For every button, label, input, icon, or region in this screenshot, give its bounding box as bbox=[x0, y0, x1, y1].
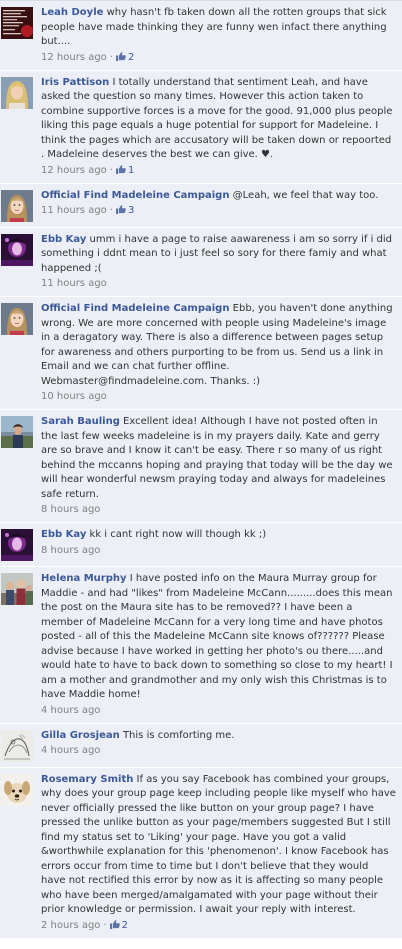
comment-body: Gilla Grosjean This is comforting me. 4 … bbox=[41, 729, 396, 759]
comment-text: Excellent idea! Although I have not post… bbox=[41, 416, 393, 500]
comment-body: Leah Doyle why hasn't fb taken down all … bbox=[41, 6, 396, 65]
comment-text: kk i cant right now will though kk ;) bbox=[89, 529, 267, 540]
sketch-avatar[interactable] bbox=[1, 729, 33, 762]
dog-avatar[interactable] bbox=[1, 773, 33, 806]
purple-photo-avatar[interactable] bbox=[1, 233, 33, 266]
girl-portrait-avatar[interactable] bbox=[1, 303, 33, 335]
comment-meta: 12 hours ago · 1 bbox=[41, 164, 396, 178]
like-count[interactable]: 2 bbox=[128, 52, 134, 63]
comment-meta: 4 hours ago bbox=[41, 704, 396, 718]
comment-time[interactable]: 4 hours ago bbox=[41, 745, 100, 756]
comment-text: @Leah, we feel that way too. bbox=[232, 189, 379, 201]
comment-text: I totally understand that sentiment Leah… bbox=[41, 76, 393, 161]
comment-time[interactable]: 11 hours ago bbox=[41, 205, 107, 216]
comment: Gilla Grosjean This is comforting me. 4 … bbox=[0, 723, 402, 768]
comment-body: Iris Pattison I totally understand that … bbox=[41, 76, 396, 178]
group-photo-avatar[interactable] bbox=[1, 573, 33, 605]
comment-meta: 8 hours ago bbox=[41, 503, 396, 517]
thumbs-up-icon bbox=[109, 919, 120, 929]
comment-time[interactable]: 11 hours ago bbox=[41, 278, 107, 289]
blonde-woman-avatar[interactable] bbox=[1, 76, 33, 109]
comment-author[interactable]: Ebb Kay bbox=[41, 234, 86, 245]
outdoor-person-avatar[interactable] bbox=[1, 416, 33, 448]
comment-text: If as you say Facebook has combined your… bbox=[41, 773, 396, 916]
text-image-avatar[interactable] bbox=[1, 7, 33, 39]
comment: Rosemary Smith If as you say Facebook ha… bbox=[0, 767, 402, 939]
comment-meta: 12 hours ago · 2 bbox=[41, 51, 396, 65]
like-count[interactable]: 1 bbox=[128, 165, 134, 176]
comment-time[interactable]: 8 hours ago bbox=[41, 545, 100, 556]
comment: Official Find Madeleine Campaign @Leah, … bbox=[0, 183, 402, 228]
separator-dot: · bbox=[109, 205, 113, 216]
comment-list: Leah Doyle why hasn't fb taken down all … bbox=[0, 0, 402, 939]
comment-time[interactable]: 12 hours ago bbox=[41, 52, 107, 63]
thumbs-up-icon bbox=[115, 205, 126, 214]
separator-dot: · bbox=[103, 919, 107, 931]
comment-author[interactable]: Ebb Kay bbox=[41, 529, 86, 540]
comment-text: This is comforting me. bbox=[122, 729, 235, 741]
separator-dot: · bbox=[109, 164, 113, 176]
purple-photo-avatar[interactable] bbox=[1, 529, 33, 561]
comment-author[interactable]: Rosemary Smith bbox=[41, 774, 133, 785]
comment: Official Find Madeleine Campaign Ebb, yo… bbox=[0, 297, 402, 410]
comment-text: Ebb, you haven't done anything wrong. We… bbox=[41, 303, 393, 387]
comment-author[interactable]: Sarah Bauling bbox=[41, 416, 120, 427]
comment-meta: 8 hours ago bbox=[41, 544, 396, 558]
like-count[interactable]: 2 bbox=[122, 920, 128, 931]
girl-portrait-avatar[interactable] bbox=[1, 189, 33, 222]
comment: Sarah Bauling Excellent idea! Although I… bbox=[0, 410, 402, 523]
comment-author[interactable]: Official Find Madeleine Campaign bbox=[41, 190, 229, 201]
comment-body: Official Find Madeleine Campaign Ebb, yo… bbox=[41, 302, 396, 404]
comment-meta: 2 hours ago · 2 bbox=[41, 919, 396, 933]
comment-author[interactable]: Official Find Madeleine Campaign bbox=[41, 303, 229, 314]
comment-body: Ebb Kay kk i cant right now will though … bbox=[41, 528, 396, 558]
comment-time[interactable]: 12 hours ago bbox=[41, 165, 107, 176]
comment-body: Helena Murphy I have posted info on the … bbox=[41, 572, 396, 718]
comment: Iris Pattison I totally understand that … bbox=[0, 70, 402, 184]
comment-meta: 11 hours ago bbox=[41, 277, 396, 291]
comment-meta: 10 hours ago bbox=[41, 390, 396, 404]
comment: Leah Doyle why hasn't fb taken down all … bbox=[0, 1, 402, 71]
comment: Ebb Kay kk i cant right now will though … bbox=[0, 523, 402, 567]
comment-time[interactable]: 4 hours ago bbox=[41, 705, 100, 716]
comment-author[interactable]: Iris Pattison bbox=[41, 77, 109, 88]
comment-meta: 4 hours ago bbox=[41, 744, 396, 758]
comment-time[interactable]: 8 hours ago bbox=[41, 504, 100, 515]
comment-author[interactable]: Leah Doyle bbox=[41, 7, 103, 18]
comment: Ebb Kay umm i have a page to raise aawar… bbox=[0, 227, 402, 297]
comment-meta: 11 hours ago · 3 bbox=[41, 204, 396, 218]
thumbs-up-icon bbox=[115, 51, 126, 61]
comment-body: Rosemary Smith If as you say Facebook ha… bbox=[41, 773, 396, 933]
like-count[interactable]: 3 bbox=[128, 205, 134, 216]
comment-text: I have posted info on the Maura Murray g… bbox=[41, 573, 393, 700]
comment: Helena Murphy I have posted info on the … bbox=[0, 567, 402, 724]
thumbs-up-icon bbox=[115, 164, 126, 174]
comment-time[interactable]: 10 hours ago bbox=[41, 391, 107, 402]
comment-text: umm i have a page to raise aawareness i … bbox=[41, 233, 393, 274]
comment-author[interactable]: Gilla Grosjean bbox=[41, 730, 120, 741]
comment-body: Official Find Madeleine Campaign @Leah, … bbox=[41, 189, 396, 219]
separator-dot: · bbox=[109, 51, 113, 63]
comment-time[interactable]: 2 hours ago bbox=[41, 920, 100, 931]
comment-body: Sarah Bauling Excellent idea! Although I… bbox=[41, 415, 396, 517]
comment-author[interactable]: Helena Murphy bbox=[41, 573, 127, 584]
comment-body: Ebb Kay umm i have a page to raise aawar… bbox=[41, 233, 396, 292]
